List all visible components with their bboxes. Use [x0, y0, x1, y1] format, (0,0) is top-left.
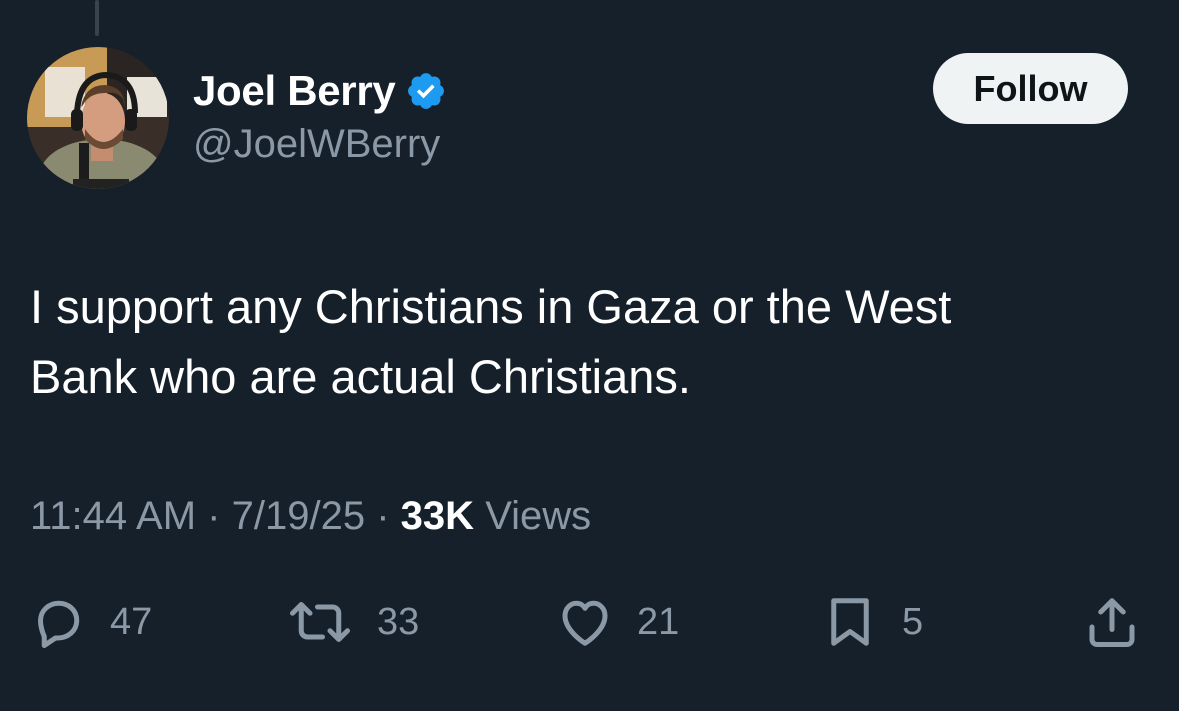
heart-icon: [562, 600, 608, 646]
bookmark-icon: [831, 598, 869, 646]
avatar-image: [27, 47, 169, 189]
bookmark-button[interactable]: 5: [820, 592, 923, 652]
tweet-text-line: I support any Christians in Gaza or the …: [30, 280, 952, 333]
reply-icon: [38, 600, 80, 648]
avatar[interactable]: [27, 47, 169, 189]
like-count: 21: [637, 600, 680, 643]
meta-separator: ·: [376, 494, 390, 538]
share-button[interactable]: [1082, 592, 1142, 652]
repost-icon: [290, 602, 350, 642]
tweet-text-line: Bank who are actual Christians.: [30, 350, 691, 403]
meta-separator: ·: [207, 494, 221, 538]
author-name-row: Joel Berry: [193, 64, 447, 118]
repost-button[interactable]: 33: [285, 592, 419, 652]
tweet-time[interactable]: 11:44 AM: [30, 494, 196, 538]
views-label: Views: [485, 494, 592, 538]
follow-button[interactable]: Follow: [933, 53, 1128, 124]
reply-count: 47: [110, 600, 153, 643]
author-handle[interactable]: @JoelWBerry: [193, 122, 440, 167]
tweet-text: I support any Christians in Gaza or the …: [30, 272, 1150, 412]
views-count: 33K: [400, 494, 475, 538]
repost-count: 33: [377, 600, 420, 643]
author-display-name[interactable]: Joel Berry: [193, 67, 396, 115]
thread-connector-line: [95, 0, 99, 36]
bookmark-count: 5: [902, 600, 924, 643]
tweet-metadata: 11:44 AM · 7/19/25 · 33K Views: [30, 494, 591, 539]
verified-badge-icon: [405, 70, 447, 112]
reply-button[interactable]: 47: [28, 592, 152, 652]
like-button[interactable]: 21: [555, 592, 679, 652]
tweet-date[interactable]: 7/19/25: [232, 494, 365, 538]
share-icon: [1089, 598, 1135, 647]
